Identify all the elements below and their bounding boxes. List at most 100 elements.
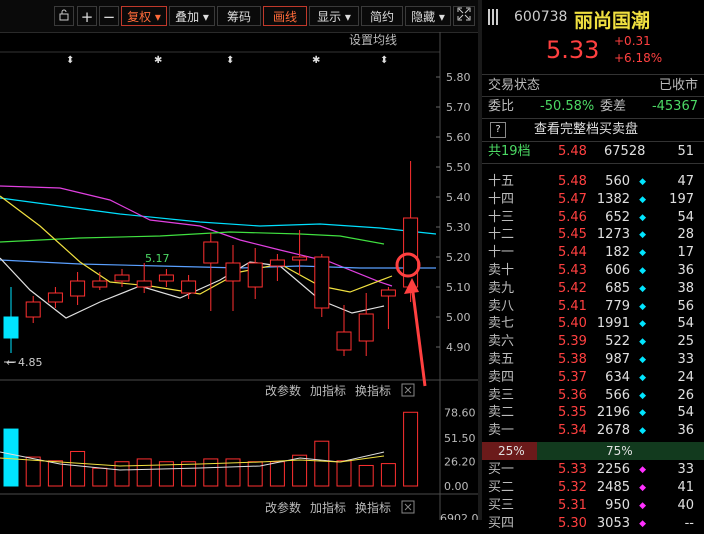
order-book-row[interactable]: 买四 5.30 3053 ◆ --: [482, 514, 704, 534]
fullscreen-icon[interactable]: [453, 6, 475, 26]
event-mark-icon[interactable]: ✱: [154, 55, 162, 66]
weibi-value: -50.58%: [540, 99, 595, 114]
event-mark-icon[interactable]: ⬍: [66, 55, 74, 66]
switch-indicator-link[interactable]: 换指标: [355, 500, 391, 515]
volume-bar: [380, 463, 396, 487]
price-tick-label: 5.10: [446, 281, 471, 294]
price-tick-label: 5.30: [446, 221, 471, 234]
order-book-level: 买三: [488, 498, 515, 513]
book-total-label: 共19档: [488, 144, 531, 159]
order-book-volume: 2485: [596, 480, 630, 495]
sell-ratio-label: 75%: [606, 444, 633, 458]
order-book-marker-icon: ◆: [639, 519, 646, 529]
ma-line-cyan: [0, 197, 437, 235]
volume-bar: [247, 461, 263, 487]
price-tick-label: 5.70: [446, 101, 471, 114]
switch-indicator-link[interactable]: 换指标: [355, 383, 391, 398]
simple-button[interactable]: 简约: [361, 6, 403, 26]
order-book-price: 5.33: [558, 462, 587, 477]
edit-params-link[interactable]: 改参数: [265, 383, 301, 398]
zoom-in-button[interactable]: +: [77, 6, 97, 26]
price-tick-label: 5.00: [446, 311, 471, 324]
order-book-level: 买二: [488, 480, 515, 495]
price-tick-label: 5.40: [446, 191, 471, 204]
order-book-level: 买一: [488, 462, 515, 477]
weicha-label: 委差: [600, 99, 627, 114]
chart-toolbar: + − 复权 ▾ 叠加 ▾ 筹码 画线 显示 ▾ 简约 隐藏 ▾: [0, 0, 478, 33]
trade-status-value: 已收市: [658, 78, 698, 93]
volume-bar: [70, 450, 86, 487]
candle: [225, 262, 241, 282]
stock-name: 丽尚国潮: [574, 10, 651, 32]
chart-area[interactable]: 设置均线 5.80 5.70 5.60 5.50 5.40 5.30 5.20 5.10 5.0…: [0, 32, 478, 520]
hide-button[interactable]: 隐藏 ▾: [405, 6, 451, 26]
order-book-marker-icon: ◆: [639, 465, 646, 475]
book-total-price: 5.48: [558, 144, 587, 159]
weibi-label: 委比: [488, 99, 515, 114]
add-indicator-link[interactable]: 加指标: [310, 500, 346, 515]
event-mark-icon[interactable]: ✱: [312, 55, 320, 66]
candle: [269, 259, 285, 267]
candle: [136, 280, 152, 288]
price-tick-label: 5.60: [446, 131, 471, 144]
price-tick-label: 5.50: [446, 161, 471, 174]
book-total-vol: 67528: [604, 144, 646, 159]
order-book-marker-icon: ◆: [639, 501, 646, 511]
full-book-link[interactable]: 查看完整档买卖盘: [534, 120, 638, 140]
candle: [203, 241, 219, 264]
order-book-volume: 3053: [596, 516, 630, 531]
candle: [292, 256, 308, 261]
overlay-button[interactable]: 叠加 ▾: [169, 6, 215, 26]
order-book-level: 买四: [488, 516, 515, 531]
ma-value-label: 5.17: [145, 252, 170, 265]
edit-params-link[interactable]: 改参数: [265, 500, 301, 515]
menu-icon[interactable]: [488, 9, 500, 25]
price-tick-label: 5.20: [446, 251, 471, 264]
candle: [92, 280, 108, 288]
candle: [25, 301, 41, 318]
order-book-row[interactable]: 买二 5.32 2485 ◆ 41: [482, 478, 704, 498]
weicha-value: -45367: [651, 99, 698, 114]
order-book-row[interactable]: 卖一 5.34 2678 ◆ 36: [482, 421, 704, 441]
price-change: +0.31: [614, 34, 651, 48]
last-price: 5.33: [546, 36, 600, 64]
zoom-out-button[interactable]: −: [99, 6, 119, 26]
order-book-marker-icon: ◆: [639, 483, 646, 493]
help-icon[interactable]: ?: [490, 122, 506, 138]
order-book-row[interactable]: 买三 5.31 950 ◆ 40: [482, 496, 704, 516]
add-indicator-link[interactable]: 加指标: [310, 383, 346, 398]
candle: [70, 280, 86, 297]
volume-bar: [181, 461, 197, 487]
chips-button[interactable]: 筹码: [217, 6, 261, 26]
event-mark-icon[interactable]: ⬍: [226, 55, 234, 66]
volume-bar: [92, 467, 108, 487]
candle: [314, 256, 330, 309]
full-book-row[interactable]: ? 查看完整档买卖盘: [482, 120, 704, 140]
quote-panel: 600738 丽尚国潮 5.33 +0.31 +6.18% 交易状态 已收市 委…: [482, 0, 704, 531]
close-icon-glyph: [404, 386, 412, 394]
draw-line-button[interactable]: 画线: [263, 6, 307, 26]
order-book-price: 5.30: [558, 516, 587, 531]
candle: [181, 280, 197, 294]
low-marker-arrow-head: ←: [6, 356, 15, 369]
restore-rights-button[interactable]: 复权 ▾: [121, 6, 167, 26]
ma-settings-link[interactable]: 设置均线: [349, 33, 397, 47]
order-book-volume: 950: [605, 498, 630, 513]
candle: [358, 313, 374, 342]
event-mark-icon[interactable]: ⬍: [380, 55, 388, 66]
order-book-row[interactable]: 买一 5.33 2256 ◆ 33: [482, 460, 704, 480]
display-button[interactable]: 显示 ▾: [309, 6, 359, 26]
volume-bar: [358, 464, 374, 487]
volume-bar: [25, 456, 41, 487]
candle: [47, 292, 63, 303]
order-book-count: --: [684, 516, 694, 531]
order-book-volume: 2256: [596, 462, 630, 477]
candle: [336, 331, 352, 351]
annotation-arrow: [410, 284, 427, 387]
volume-bar: [314, 440, 330, 487]
book-total-count: 51: [677, 144, 694, 159]
lock-icon[interactable]: [54, 6, 74, 26]
order-book-count: 33: [677, 462, 694, 477]
price-tick-label: 4.90: [446, 341, 471, 354]
order-book-count: 36: [677, 423, 694, 439]
